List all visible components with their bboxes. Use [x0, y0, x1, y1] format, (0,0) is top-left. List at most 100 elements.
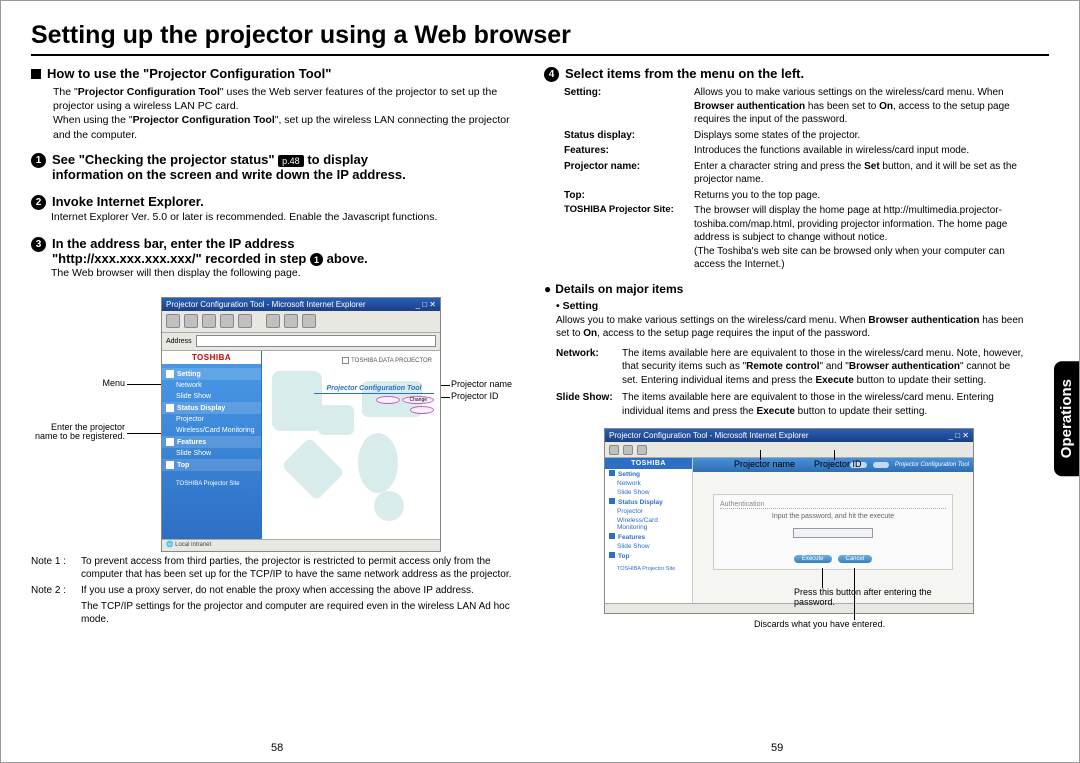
details-setting-body: Allows you to make various settings on t… — [556, 314, 1029, 341]
note3-body: The TCP/IP settings for the projector an… — [81, 600, 516, 626]
howto-body: The "Projector Configuration Tool" uses … — [53, 85, 516, 142]
menu-setting[interactable]: Setting — [162, 368, 261, 380]
step3-body: The Web browser will then display the fo… — [51, 266, 516, 280]
toshiba-logo-2: TOSHIBA — [605, 458, 692, 469]
home-icon[interactable] — [238, 314, 252, 328]
browser2-main: Projector Configuration Tool Authenticat… — [693, 458, 973, 603]
browser2-titlebar: Projector Configuration Tool - Microsoft… — [605, 429, 973, 442]
forward-icon[interactable] — [623, 445, 633, 455]
howto-heading: How to use the "Projector Configuration … — [31, 66, 516, 81]
m2-features[interactable]: Features — [605, 532, 692, 542]
callout-proj-name: Projector name — [451, 380, 512, 390]
m2-status[interactable]: Status Display — [605, 497, 692, 507]
menu-top[interactable]: Top — [162, 459, 261, 471]
browser-main: TOSHIBA DATA PROJECTOR — [262, 351, 440, 539]
menu-toshiba-site[interactable]: TOSHIBA Projector Site — [162, 479, 261, 489]
tool-title: Projector Configuration Tool — [314, 385, 434, 394]
def-site: TOSHIBA Projector Site: The browser will… — [564, 204, 1029, 272]
page-number-right: 59 — [771, 742, 783, 754]
def-top: Top: Returns you to the top page. — [564, 189, 1029, 203]
refresh-icon[interactable] — [220, 314, 234, 328]
details-slideshow: Slide Show: The items available here are… — [556, 391, 1029, 418]
def-features: Features: Introduces the functions avail… — [564, 144, 1029, 158]
browser-titlebar: Projector Configuration Tool - Microsoft… — [162, 298, 440, 311]
def-projname: Projector name: Enter a character string… — [564, 160, 1029, 187]
menu-slideshow2[interactable]: Slide Show — [162, 448, 261, 459]
callout-menu: Menu — [31, 379, 125, 389]
m2-setting[interactable]: Setting — [605, 469, 692, 479]
toshiba-logo: TOSHIBA — [162, 351, 261, 364]
menu-projector[interactable]: Projector — [162, 414, 261, 425]
m2-slideshow2[interactable]: Slide Show — [605, 542, 692, 551]
browser-window-1: Projector Configuration Tool - Microsoft… — [161, 297, 441, 552]
m2-projector[interactable]: Projector — [605, 507, 692, 516]
topbar-projid — [873, 462, 889, 468]
details-heading: Details on major items — [544, 282, 1029, 296]
callout2-projname: Projector name — [734, 460, 795, 470]
number-2-icon: 2 — [31, 195, 46, 210]
menu-slideshow[interactable]: Slide Show — [162, 391, 261, 402]
notes: Note 1 : To prevent access from third pa… — [31, 555, 516, 626]
auth-title: Authentication — [720, 501, 946, 509]
m2-wireless[interactable]: Wireless/Card Monitoring — [605, 516, 692, 532]
page-number-left: 58 — [271, 742, 283, 754]
search-icon[interactable] — [266, 314, 280, 328]
details-network: Network: The items available here are eq… — [556, 347, 1029, 388]
step3-heading: 3 In the address bar, enter the IP addre… — [31, 236, 516, 267]
back-icon[interactable] — [609, 445, 619, 455]
cancel-button[interactable]: Cancel — [838, 555, 873, 563]
menu-features[interactable]: Features — [162, 436, 261, 448]
number-1-icon: 1 — [31, 153, 46, 168]
note1-label: Note 1 : — [31, 555, 75, 581]
number-1-ref-icon: 1 — [310, 253, 323, 266]
step4-heading: 4 Select items from the menu on the left… — [544, 66, 1029, 82]
stop-icon[interactable] — [637, 445, 647, 455]
section-tab-operations: Operations — [1054, 361, 1079, 476]
password-input[interactable] — [793, 528, 873, 538]
auth-box: Authentication Input the password, and h… — [713, 494, 953, 570]
m2-slideshow[interactable]: Slide Show — [605, 488, 692, 497]
callout2-projid: Projector ID — [814, 460, 862, 470]
menu-network[interactable]: Network — [162, 380, 261, 391]
set-button[interactable]: Change — [402, 396, 434, 404]
history-icon[interactable] — [302, 314, 316, 328]
m2-site[interactable]: TOSHIBA Projector Site — [605, 565, 692, 573]
note2-label: Note 2 : — [31, 584, 75, 597]
step1-heading: 1 See "Checking the projector status" p.… — [31, 152, 516, 182]
address-bar: Address — [162, 333, 440, 351]
stop-icon[interactable] — [202, 314, 216, 328]
brand-text: TOSHIBA DATA PROJECTOR — [342, 357, 432, 364]
callout-press-btn: Press this button after entering the pas… — [794, 588, 954, 608]
proj-name-field[interactable] — [376, 396, 400, 404]
note1-body: To prevent access from third parties, th… — [81, 555, 516, 581]
address-input[interactable] — [196, 335, 436, 347]
back-icon[interactable] — [166, 314, 180, 328]
howto-heading-text: How to use the "Projector Configuration … — [47, 66, 331, 81]
sidebar-menu: TOSHIBA Setting Network Slide Show Statu… — [162, 351, 262, 539]
page-ref-48: p.48 — [278, 155, 304, 167]
page-title: Setting up the projector using a Web bro… — [31, 21, 1049, 56]
auth-prompt: Input the password, and hit the execute — [720, 513, 946, 520]
def-status: Status display: Displays some states of … — [564, 129, 1029, 143]
step2-body: Internet Explorer Ver. 5.0 or later is r… — [51, 210, 516, 224]
callout-proj-id: Projector ID — [451, 392, 499, 402]
callout-enter-name: Enter the projector name to be registere… — [31, 423, 125, 443]
note2-body: If you use a proxy server, do not enable… — [81, 584, 516, 597]
m2-top[interactable]: Top — [605, 551, 692, 561]
m2-network[interactable]: Network — [605, 479, 692, 488]
menu-wireless[interactable]: Wireless/Card Monitoring — [162, 425, 261, 436]
sidebar2: TOSHIBA Setting Network Slide Show Statu… — [605, 458, 693, 603]
favorites-icon[interactable] — [284, 314, 298, 328]
step2-heading: 2 Invoke Internet Explorer. — [31, 194, 516, 210]
def-setting: Setting: Allows you to make various sett… — [564, 86, 1029, 127]
menu-status[interactable]: Status Display — [162, 402, 261, 414]
proj-id-field — [410, 406, 434, 414]
square-bullet-icon — [31, 69, 41, 79]
details-setting-head: Setting — [556, 300, 1029, 312]
browser-toolbar — [162, 311, 440, 333]
callout-discards: Discards what you have entered. — [754, 620, 954, 630]
number-4-icon: 4 — [544, 67, 559, 82]
forward-icon[interactable] — [184, 314, 198, 328]
number-3-icon: 3 — [31, 237, 46, 252]
execute-button[interactable]: Execute — [794, 555, 832, 563]
